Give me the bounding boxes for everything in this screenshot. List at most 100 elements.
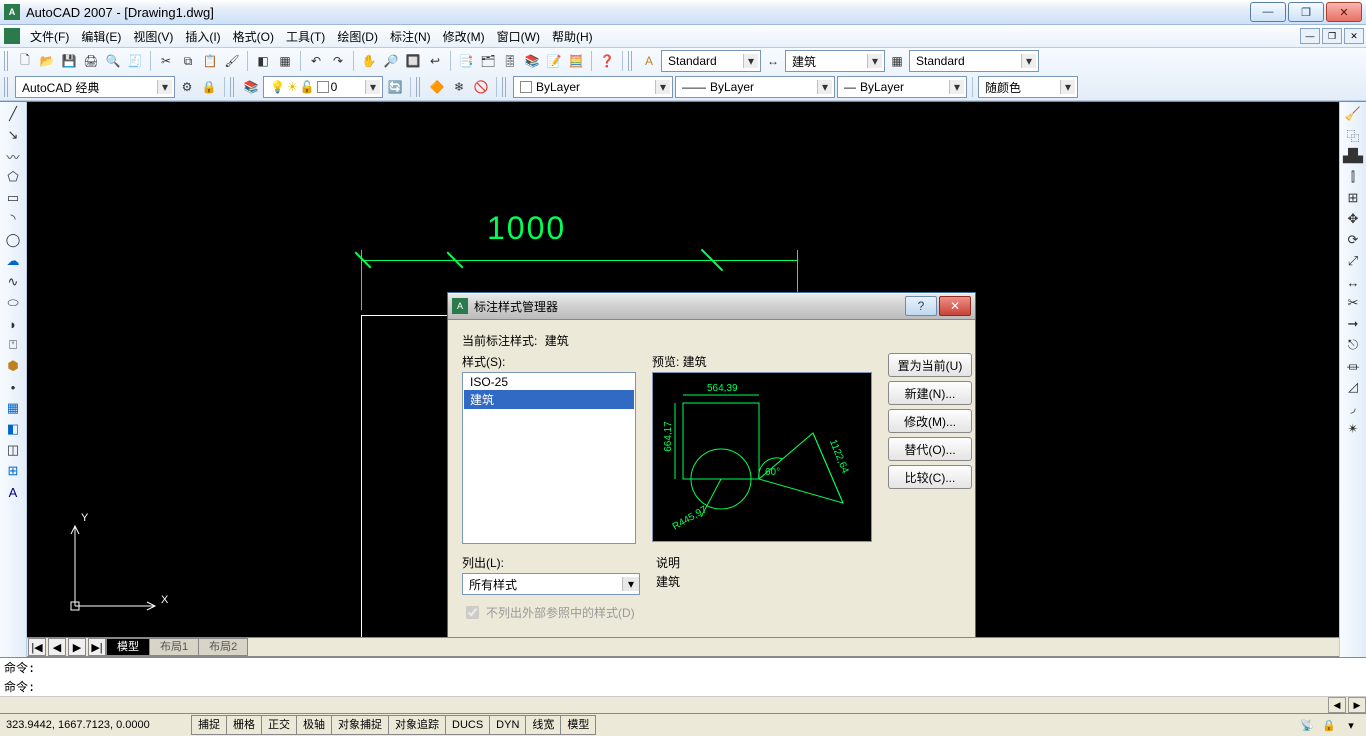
tab-nav-first[interactable]: |◀ <box>28 638 46 656</box>
scale-icon[interactable]: ⤢ <box>1343 251 1363 271</box>
cmd-scroll-left[interactable]: ◀ <box>1328 697 1346 713</box>
minimize-button[interactable]: — <box>1250 2 1286 22</box>
undo-icon[interactable]: ↶ <box>306 51 326 71</box>
workspace-combo[interactable]: AutoCAD 经典▾ <box>15 76 175 98</box>
stretch-icon[interactable]: ↔ <box>1343 272 1363 292</box>
dialog-close-button[interactable]: ✕ <box>939 296 971 316</box>
modify-button[interactable]: 修改(M)... <box>888 409 972 433</box>
revcloud-icon[interactable]: ☁ <box>3 251 23 271</box>
plotcolor-combo[interactable]: 随颜色▾ <box>978 76 1078 98</box>
tray-arrow-icon[interactable]: ▾ <box>1342 717 1360 733</box>
extend-icon[interactable]: ➞ <box>1343 314 1363 334</box>
dimstyle-icon[interactable]: ↔ <box>763 51 783 71</box>
break-icon[interactable]: ⎋ <box>1343 335 1363 355</box>
textstyle-combo[interactable]: Standard▾ <box>661 50 761 72</box>
mdi-minimize[interactable]: — <box>1300 28 1320 44</box>
spline-icon[interactable]: ∿ <box>3 272 23 292</box>
comm-icon[interactable]: 📡 <box>1298 717 1316 733</box>
lineweight-combo[interactable]: —ByLayer▾ <box>837 76 967 98</box>
tablestyle-icon[interactable]: ▦ <box>887 51 907 71</box>
close-button[interactable]: ✕ <box>1326 2 1362 22</box>
layerfrz-icon[interactable]: ❄ <box>449 77 469 97</box>
ssm-icon[interactable]: 📚 <box>522 51 542 71</box>
mirror-icon[interactable]: ▟▙ <box>1343 146 1363 166</box>
preview-icon[interactable]: 🔍 <box>103 51 123 71</box>
cut-icon[interactable]: ✂ <box>156 51 176 71</box>
rotate-icon[interactable]: ⟳ <box>1343 230 1363 250</box>
set-current-button[interactable]: 置为当前(U) <box>888 353 972 377</box>
menu-edit[interactable]: 编辑(E) <box>75 26 127 47</box>
wssettings-icon[interactable]: ⚙ <box>177 77 197 97</box>
tablestyle-combo[interactable]: Standard▾ <box>909 50 1039 72</box>
open-icon[interactable]: 📂 <box>37 51 57 71</box>
move-icon[interactable]: ✥ <box>1343 209 1363 229</box>
trim-icon[interactable]: ✂ <box>1343 293 1363 313</box>
wslock-icon[interactable]: 🔒 <box>199 77 219 97</box>
xline-icon[interactable]: ↘ <box>3 125 23 145</box>
pan-icon[interactable]: ✋ <box>359 51 379 71</box>
menu-tools[interactable]: 工具(T) <box>280 26 331 47</box>
tab-nav-prev[interactable]: ◀ <box>48 638 66 656</box>
paste-icon[interactable]: 📋 <box>200 51 220 71</box>
layermgr-icon[interactable]: 📚 <box>241 77 261 97</box>
tab-model[interactable]: 模型 <box>106 638 150 656</box>
point-icon[interactable]: • <box>3 377 23 397</box>
ortho-toggle[interactable]: 正交 <box>261 715 297 735</box>
menu-file[interactable]: 文件(F) <box>24 26 75 47</box>
help-icon[interactable]: ❓ <box>597 51 617 71</box>
block-icon[interactable]: ◧ <box>253 51 273 71</box>
zoom-win-icon[interactable]: 🔲 <box>403 51 423 71</box>
toolbar-grip-5[interactable] <box>416 77 422 97</box>
offset-icon[interactable]: ⫿ <box>1343 167 1363 187</box>
redo-icon[interactable]: ↷ <box>328 51 348 71</box>
override-button[interactable]: 替代(O)... <box>888 437 972 461</box>
matchprop-icon[interactable]: 🖌 <box>222 51 242 71</box>
save-icon[interactable]: 💾 <box>59 51 79 71</box>
lockui-icon[interactable]: 🔒 <box>1320 717 1338 733</box>
menu-format[interactable]: 格式(O) <box>227 26 280 47</box>
markup-icon[interactable]: 📝 <box>544 51 564 71</box>
toolbar-grip-6[interactable] <box>502 77 508 97</box>
print-icon[interactable]: 🖨 <box>81 51 101 71</box>
layeroff-icon[interactable]: 🚫 <box>471 77 491 97</box>
cmd-scroll-right[interactable]: ▶ <box>1348 697 1366 713</box>
tab-nav-next[interactable]: ▶ <box>68 638 86 656</box>
styles-listbox[interactable]: ISO-25 建筑 <box>462 372 636 544</box>
zoom-prev-icon[interactable]: ↩ <box>425 51 445 71</box>
new-icon[interactable]: 🗋 <box>15 51 35 71</box>
publish-icon[interactable]: 🧾 <box>125 51 145 71</box>
circle-icon[interactable]: ◯ <box>3 230 23 250</box>
ellipse-icon[interactable]: ⬭ <box>3 293 23 313</box>
grid-toggle[interactable]: 栅格 <box>226 715 262 735</box>
style-item-iso25[interactable]: ISO-25 <box>464 374 634 390</box>
hatch-icon-2[interactable]: ▦ <box>3 398 23 418</box>
snap-toggle[interactable]: 捕捉 <box>191 715 227 735</box>
new-button[interactable]: 新建(N)... <box>888 381 972 405</box>
menu-modify[interactable]: 修改(M) <box>437 26 491 47</box>
menu-view[interactable]: 视图(V) <box>127 26 179 47</box>
calc-icon[interactable]: 🧮 <box>566 51 586 71</box>
ducs-toggle[interactable]: DUCS <box>445 715 490 735</box>
dc-icon[interactable]: 🗂 <box>478 51 498 71</box>
otrack-toggle[interactable]: 对象追踪 <box>388 715 446 735</box>
region-icon[interactable]: ◫ <box>3 440 23 460</box>
dialog-titlebar[interactable]: A 标注样式管理器 ? ✕ <box>448 293 975 320</box>
menu-help[interactable]: 帮助(H) <box>546 26 599 47</box>
copyobj-icon[interactable]: ⿻ <box>1343 125 1363 145</box>
gradient-icon[interactable]: ◧ <box>3 419 23 439</box>
explode-icon[interactable]: ✴ <box>1343 419 1363 439</box>
layerprev-icon[interactable]: 🔄 <box>385 77 405 97</box>
block-icon-2[interactable]: ⬢ <box>3 356 23 376</box>
mtext-icon[interactable]: A <box>3 482 23 502</box>
tp-icon[interactable]: 🎚 <box>500 51 520 71</box>
tab-layout1[interactable]: 布局1 <box>149 638 199 656</box>
lwt-toggle[interactable]: 线宽 <box>525 715 561 735</box>
compare-button[interactable]: 比较(C)... <box>888 465 972 489</box>
properties-icon[interactable]: 📑 <box>456 51 476 71</box>
fillet-icon[interactable]: ◞ <box>1343 398 1363 418</box>
toolbar-grip-2[interactable] <box>628 51 634 71</box>
toolbar-grip-4[interactable] <box>230 77 236 97</box>
layer-combo[interactable]: 💡 ☀ 🔓 0 ▾ <box>263 76 383 98</box>
zoom-rt-icon[interactable]: 🔎 <box>381 51 401 71</box>
table-icon[interactable]: ⊞ <box>3 461 23 481</box>
